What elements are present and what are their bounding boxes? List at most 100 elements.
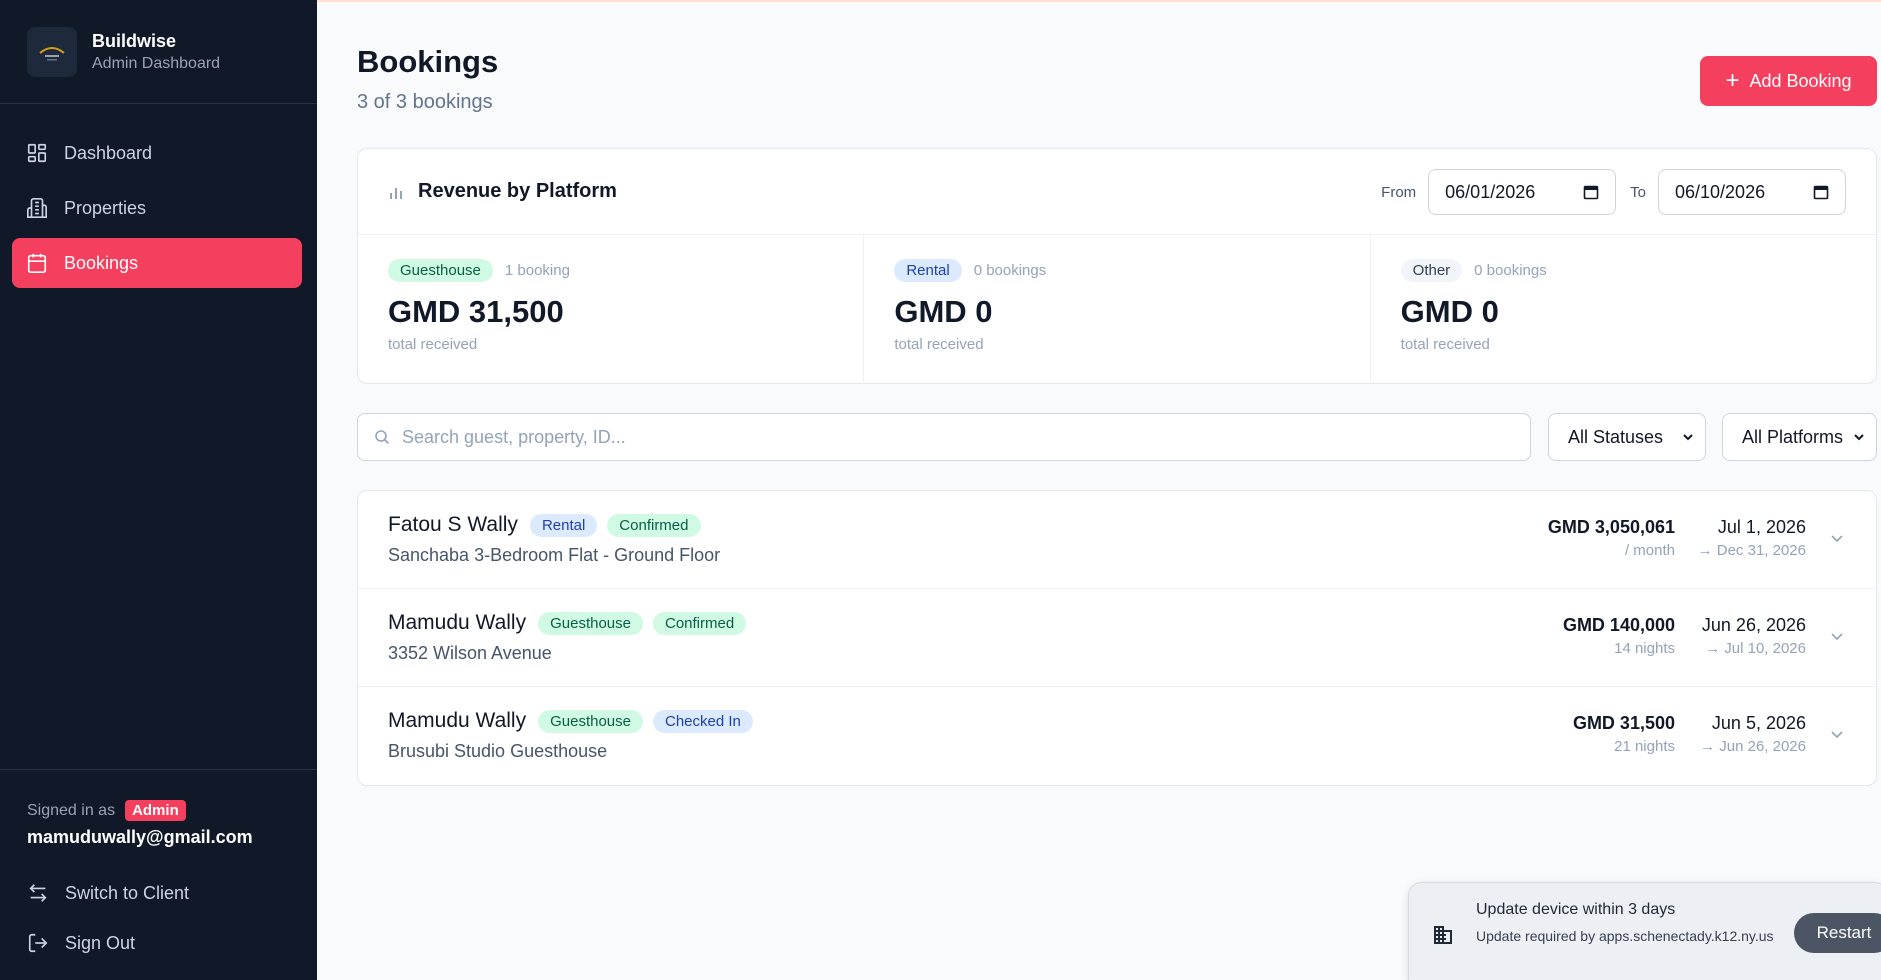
platform-badge: Guesthouse [538, 611, 643, 635]
dashboard-icon [27, 143, 47, 163]
booking-unit: 14 nights [1614, 640, 1675, 657]
status-badge: Confirmed [607, 513, 701, 537]
booking-amount: GMD 3,050,061 [1547, 517, 1675, 537]
property-name: 3352 Wilson Avenue [388, 643, 552, 663]
signed-in-line: Signed in as Admin [27, 800, 290, 821]
booking-unit: / month [1624, 542, 1675, 559]
guest-name: Fatou S Wally [388, 513, 518, 536]
switch-to-client-button[interactable]: Switch to Client [27, 868, 290, 918]
status-filter-value: All Statuses [1568, 426, 1664, 447]
brand-subtitle: Admin Dashboard [92, 54, 221, 72]
property-name: Sanchaba 3-Bedroom Flat - Ground Floor [388, 545, 721, 565]
property-name: Brusubi Studio Guesthouse [388, 741, 608, 761]
notification-title: Update device within 3 days [1476, 901, 1676, 918]
add-booking-label: Add Booking [1749, 70, 1852, 91]
start-date: Jul 1, 2026 [1717, 517, 1806, 537]
platform-badge: Other [1400, 259, 1463, 282]
booking-count: 1 booking [504, 262, 570, 279]
end-date: → Dec 31, 2026 [1697, 542, 1806, 559]
end-date: → Jul 10, 2026 [1705, 640, 1806, 657]
sidebar-footer: Signed in as Admin mamuduwally@gmail.com… [0, 769, 317, 980]
building-icon [27, 198, 47, 218]
notification-body: Update required by apps.schenectady.k12.… [1476, 928, 1774, 944]
start-date: Jun 5, 2026 [1711, 713, 1806, 733]
platform-badge: Guesthouse [388, 259, 493, 282]
search-icon [375, 430, 390, 445]
end-date: → Jun 26, 2026 [1700, 738, 1806, 755]
sidebar-item-bookings[interactable]: Bookings [12, 238, 302, 288]
start-date: Jun 26, 2026 [1701, 615, 1806, 635]
booking-count: 0 bookings [1474, 262, 1547, 279]
amount-note: total received [1400, 336, 1490, 353]
sidebar-item-properties[interactable]: Properties [12, 183, 302, 233]
chevron-down-icon[interactable] [1828, 725, 1846, 743]
switch-arrows-icon [29, 884, 47, 902]
role-badge: Admin [125, 800, 186, 821]
platform-badge: Guesthouse [538, 709, 643, 733]
platform-filter-select[interactable]: All Platforms [1722, 413, 1877, 461]
sidebar-nav: Dashboard Properties Bookings [0, 104, 317, 288]
restart-button[interactable]: Restart [1794, 913, 1881, 953]
plus-icon: + [1725, 67, 1740, 94]
logo [27, 26, 77, 77]
to-date-value: 06/10/2026 [1675, 181, 1766, 202]
platform-amount: GMD 0 [1400, 294, 1499, 329]
sign-out-button[interactable]: Sign Out [27, 918, 290, 968]
status-badge: Checked In [652, 709, 753, 733]
to-date-input[interactable]: 06/10/2026 [1658, 169, 1846, 215]
bar-chart-icon [390, 187, 402, 199]
from-date-value: 06/01/2026 [1445, 181, 1536, 202]
calendar-icon [27, 253, 47, 273]
sidebar-item-dashboard[interactable]: Dashboard [12, 128, 302, 178]
brand: Buildwise Admin Dashboard [0, 0, 317, 104]
booking-count: 0 bookings [973, 262, 1047, 279]
calendar-icon [1583, 185, 1599, 200]
guest-name: Mamudu Wally [388, 611, 527, 634]
update-notification: Update device within 3 days Update requi… [1408, 882, 1881, 980]
chevron-down-icon[interactable] [1828, 627, 1846, 645]
log-out-icon [28, 933, 48, 953]
guest-name: Mamudu Wally [388, 709, 527, 732]
search-bar [357, 413, 1531, 461]
to-label: To [1630, 183, 1646, 201]
date-range: From 06/01/2026 To 06/10/2026 [1381, 169, 1846, 215]
brand-name: Buildwise [92, 30, 177, 51]
booking-unit: 21 nights [1614, 738, 1675, 755]
chevron-down-icon[interactable] [1828, 529, 1846, 547]
platform-other: Other 0 bookings GMD 0 total received [1371, 235, 1876, 384]
status-filter-select[interactable]: All Statuses [1548, 413, 1706, 461]
sidebar: Buildwise Admin Dashboard Dashboard Prop… [0, 0, 317, 980]
add-booking-button[interactable]: + Add Booking [1700, 56, 1877, 106]
bookings-list: Fatou S Wally Rental Confirmed Sanchaba … [357, 490, 1877, 786]
booking-row[interactable]: Fatou S Wally Rental Confirmed Sanchaba … [358, 491, 1876, 589]
top-accent-line [317, 0, 1881, 2]
revenue-card: Revenue by Platform From 06/01/2026 To 0… [357, 148, 1877, 384]
page-title: Bookings [357, 44, 499, 79]
switch-to-client-label: Switch to Client [65, 882, 190, 903]
booking-row[interactable]: Mamudu Wally Guesthouse Confirmed 3352 W… [358, 589, 1876, 687]
search-input[interactable] [402, 426, 1514, 448]
platform-rental: Rental 0 bookings GMD 0 total received [864, 235, 1371, 384]
platform-badge: Rental [894, 259, 962, 282]
calendar-icon [1813, 185, 1829, 200]
from-date-input[interactable]: 06/01/2026 [1428, 169, 1617, 215]
platform-filter-value: All Platforms [1742, 426, 1844, 447]
user-email: mamuduwally@gmail.com [27, 827, 253, 847]
booking-amount: GMD 140,000 [1562, 615, 1675, 635]
revenue-columns: Guesthouse 1 booking GMD 31,500 total re… [358, 235, 1876, 384]
booking-row[interactable]: Mamudu Wally Guesthouse Checked In Brusu… [358, 687, 1876, 785]
sidebar-item-label: Dashboard [64, 142, 153, 163]
page-subtitle: 3 of 3 bookings [357, 91, 493, 113]
from-label: From [1381, 183, 1417, 201]
sidebar-item-label: Properties [64, 197, 147, 218]
amount-note: total received [894, 336, 984, 353]
office-building-icon [1434, 926, 1452, 944]
chevron-down-icon [1683, 434, 1693, 441]
sidebar-item-label: Bookings [64, 252, 139, 273]
platform-amount: GMD 0 [894, 294, 993, 329]
amount-note: total received [388, 336, 478, 353]
platform-amount: GMD 31,500 [388, 294, 564, 329]
booking-amount: GMD 31,500 [1572, 713, 1675, 733]
revenue-title: Revenue by Platform [418, 180, 617, 202]
chevron-down-icon [1854, 434, 1864, 441]
